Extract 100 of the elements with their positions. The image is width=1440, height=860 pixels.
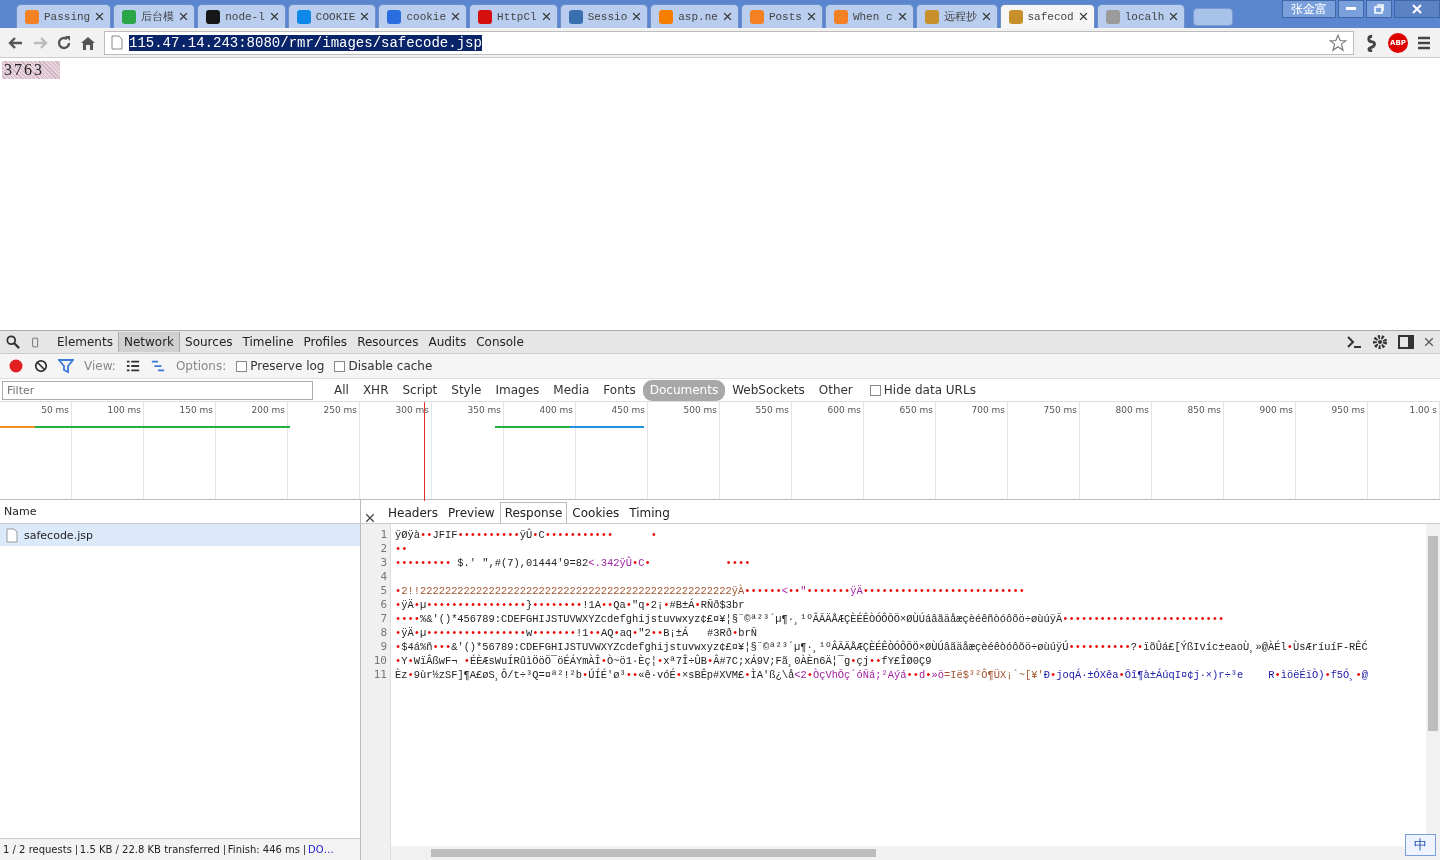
options-label: Options: bbox=[175, 359, 227, 373]
browser-tab[interactable]: asp.ne bbox=[650, 4, 739, 28]
filter-icon[interactable] bbox=[58, 358, 74, 374]
browser-tab[interactable]: safecod bbox=[999, 4, 1095, 28]
line-number: 7 bbox=[379, 612, 388, 626]
close-icon[interactable] bbox=[179, 12, 189, 21]
list-icon[interactable] bbox=[125, 359, 140, 373]
type-filter[interactable]: Fonts bbox=[596, 379, 643, 401]
code-line: ••••%&'()*456789:CDEFGHIJSTUVWXYZcdefghijstuvwxyz¢£¤¥¦§¨©ª²³´µ¶·¸¹ºÂÃÄÅÆÇÈÉÊÒÓÔÕÖ×ØÙÚáâãäåæçèéêñòóôõö÷øùúÿÄ•••••••••••••••••••••••••• bbox=[395, 613, 1225, 625]
type-filter[interactable]: Script bbox=[395, 379, 445, 401]
close-icon[interactable] bbox=[1078, 12, 1088, 21]
option-checkbox[interactable]: Preserve log bbox=[236, 359, 325, 373]
status-link[interactable]: DO… bbox=[308, 844, 334, 855]
console-icon[interactable] bbox=[1346, 334, 1362, 350]
tab-title: COOKIE bbox=[315, 10, 356, 23]
dock-icon[interactable] bbox=[1398, 334, 1414, 350]
close-icon[interactable] bbox=[806, 12, 816, 21]
code-line: •ÿÄ•µ••••••••••••••••}••••••••!1A••Qa•"q•2¡•#B±Á•RÑð$3br bbox=[395, 599, 745, 611]
address-bar[interactable]: 115.47.14.243:8080/rmr/images/safecode.jsp bbox=[104, 30, 1354, 55]
close-icon[interactable] bbox=[365, 513, 375, 523]
browser-tab[interactable]: 远程抄 bbox=[915, 4, 998, 28]
panel-tab[interactable]: Profiles bbox=[298, 332, 353, 352]
option-checkbox[interactable]: Disable cache bbox=[334, 359, 433, 373]
clear-icon[interactable] bbox=[34, 359, 48, 373]
waterfall-icon[interactable] bbox=[149, 359, 166, 373]
close-icon[interactable] bbox=[1424, 337, 1434, 347]
type-filter[interactable]: XHR bbox=[355, 379, 396, 401]
browser-tab[interactable]: HttpCl bbox=[469, 4, 558, 28]
restore-button[interactable] bbox=[1366, 0, 1392, 18]
panel-tab[interactable]: Timeline bbox=[237, 332, 299, 352]
panel-tab[interactable]: Audits bbox=[423, 332, 472, 352]
minimize-icon bbox=[1346, 7, 1356, 11]
browser-tab[interactable]: Posts bbox=[740, 4, 823, 28]
star-icon[interactable] bbox=[1329, 33, 1347, 52]
search-icon[interactable] bbox=[6, 335, 20, 349]
browser-tab[interactable]: Passing bbox=[16, 4, 112, 28]
close-icon[interactable] bbox=[451, 12, 461, 21]
status-text: 1 / 2 requests bbox=[3, 844, 77, 855]
close-icon[interactable] bbox=[541, 12, 551, 21]
tab-title: localh bbox=[1124, 10, 1165, 23]
scrollbar-thumb[interactable] bbox=[431, 849, 876, 857]
line-number: 6 bbox=[379, 598, 388, 612]
panel-tab[interactable]: Resources bbox=[352, 332, 424, 352]
browser-tab[interactable]: node-l bbox=[197, 4, 286, 28]
tick-label: 350 ms bbox=[467, 405, 501, 415]
close-icon[interactable] bbox=[722, 12, 732, 21]
browser-tab[interactable]: When c bbox=[824, 4, 914, 28]
browser-tab[interactable]: localh bbox=[1096, 4, 1186, 28]
tick-label: 450 ms bbox=[611, 405, 645, 415]
line-number: 5 bbox=[379, 584, 388, 598]
filter-field[interactable]: Filter bbox=[2, 380, 313, 400]
request-row[interactable]: safecode.jsp bbox=[0, 524, 360, 546]
close-icon[interactable] bbox=[1169, 12, 1179, 21]
tick-label: 800 ms bbox=[1115, 405, 1149, 415]
captcha-image: 3763 bbox=[2, 61, 60, 79]
browser-tab[interactable]: COOKIE bbox=[287, 4, 377, 28]
close-icon[interactable] bbox=[360, 12, 370, 21]
ime-toolbar[interactable]: 中 bbox=[1405, 834, 1436, 856]
panel-tab[interactable]: Sources bbox=[180, 332, 238, 352]
panel-tab[interactable]: Console bbox=[471, 332, 529, 352]
tick-label: 250 ms bbox=[323, 405, 357, 415]
type-filter[interactable]: Style bbox=[444, 379, 489, 401]
menu-icon[interactable] bbox=[1416, 34, 1432, 51]
close-icon[interactable] bbox=[632, 12, 642, 21]
type-filter[interactable]: All bbox=[327, 379, 356, 401]
close-icon[interactable] bbox=[269, 12, 279, 21]
minimize-button[interactable] bbox=[1338, 0, 1364, 18]
tab-title: 后台模 bbox=[141, 10, 175, 24]
type-filter[interactable]: Other bbox=[811, 379, 860, 401]
tick-label: 150 ms bbox=[179, 405, 213, 415]
panel-tab[interactable]: Network bbox=[117, 332, 181, 352]
type-filter[interactable]: WebSockets bbox=[725, 379, 812, 401]
type-filter[interactable]: Media bbox=[546, 379, 597, 401]
detail-tab[interactable]: Response bbox=[499, 502, 568, 523]
tick-label: 850 ms bbox=[1187, 405, 1221, 415]
settings-icon[interactable] bbox=[1372, 334, 1388, 350]
browser-tab[interactable]: 后台模 bbox=[113, 4, 196, 28]
file-icon bbox=[6, 527, 18, 543]
browser-tab[interactable]: Sessio bbox=[559, 4, 649, 28]
record-icon[interactable] bbox=[8, 358, 24, 374]
tab-title: node-l bbox=[225, 10, 265, 23]
hide-data-urls-checkbox[interactable]: Hide data URLs bbox=[869, 383, 976, 397]
close-icon[interactable] bbox=[95, 12, 105, 21]
line-number: 11 bbox=[372, 668, 388, 682]
close-icon[interactable] bbox=[981, 12, 991, 21]
reload-icon[interactable] bbox=[56, 34, 72, 51]
tab-title: When c bbox=[852, 10, 893, 23]
type-filter[interactable]: Images bbox=[488, 379, 547, 401]
close-button[interactable] bbox=[1394, 0, 1440, 18]
line-number: 10 bbox=[372, 654, 388, 668]
home-icon[interactable] bbox=[80, 34, 96, 51]
close-icon bbox=[1412, 4, 1422, 14]
scrollbar-thumb[interactable] bbox=[1428, 536, 1438, 731]
back-icon[interactable] bbox=[8, 34, 24, 51]
tab-title: Sessio bbox=[587, 10, 628, 23]
browser-tab[interactable]: cookie bbox=[378, 4, 468, 28]
code-line: •ÿÄ•µ••••••••••••••••w•••••••!1••AQ•aq•"2••B¡±Á #3Rð•brÑ bbox=[395, 627, 757, 639]
close-icon[interactable] bbox=[897, 12, 907, 21]
panel-tab[interactable]: Elements bbox=[52, 332, 118, 352]
tick-label: 650 ms bbox=[899, 405, 933, 415]
